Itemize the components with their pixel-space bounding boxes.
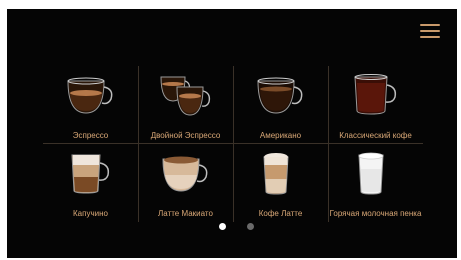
menu-bar-middle	[420, 30, 440, 32]
double-espresso-cups-icon	[160, 76, 211, 116]
page-indicator-2[interactable]	[247, 223, 254, 230]
page-indicator-1-active[interactable]	[219, 223, 226, 230]
drink-tile-cappuccino[interactable]: Капучино	[43, 144, 138, 222]
drink-label: Горячая молочная пенка	[329, 209, 422, 218]
drink-tile-espresso[interactable]: Эспрессо	[43, 66, 138, 144]
cappuccino-glass-icon	[71, 154, 110, 194]
hot-milk-foam-glass-icon	[358, 152, 384, 195]
drink-tile-double-espresso[interactable]: Двойной Эспрессо	[138, 66, 233, 144]
caffe-latte-glass-icon	[263, 153, 289, 195]
classic-coffee-cup-icon	[354, 74, 397, 115]
hamburger-menu-button[interactable]	[420, 24, 440, 40]
drink-tile-americano[interactable]: Американо	[233, 66, 328, 144]
coffee-menu-screen: Эспрессо Двойной Эспрессо Американо Клас…	[7, 9, 457, 258]
menu-bar-top	[420, 24, 440, 26]
menu-bar-bottom	[420, 36, 440, 38]
espresso-cup-icon	[67, 77, 113, 114]
latte-macchiato-cup-icon	[162, 156, 208, 192]
drink-tile-hot-milk-foam[interactable]: Горячая молочная пенка	[328, 144, 423, 222]
americano-cup-icon	[257, 77, 303, 114]
drink-tile-caffe-latte[interactable]: Кофе Латте	[233, 144, 328, 222]
drink-label: Классический кофе	[339, 131, 412, 140]
drink-grid: Эспрессо Двойной Эспрессо Американо Клас…	[43, 66, 423, 222]
drink-tile-classic-coffee[interactable]: Классический кофе	[328, 66, 423, 144]
drink-tile-latte-macchiato[interactable]: Латте Макиато	[138, 144, 233, 222]
